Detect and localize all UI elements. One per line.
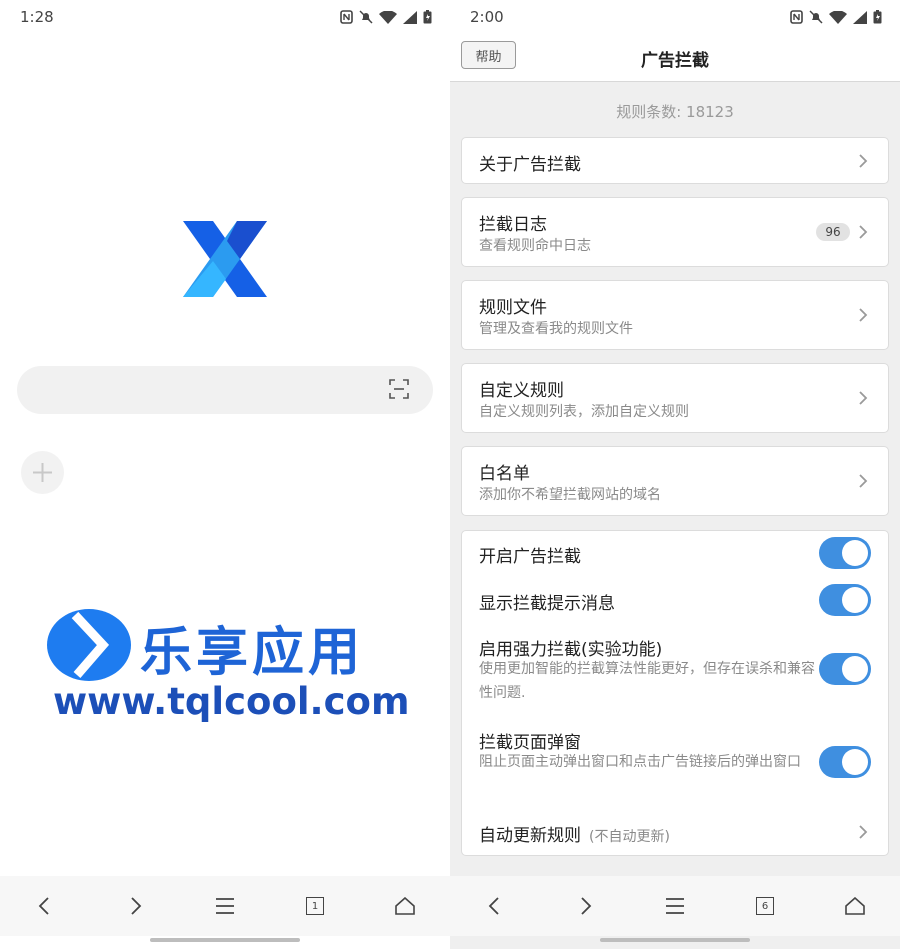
strong-block-toggle[interactable]	[819, 653, 871, 685]
show-block-message-toggle[interactable]	[819, 584, 871, 616]
home-icon[interactable]	[841, 892, 869, 920]
browser-home-screen: 1:28 乐享应用 www.tqlcool.com 1	[0, 0, 450, 949]
menu-item-title: 自定义规则	[479, 381, 564, 401]
nfc-icon	[790, 9, 803, 28]
chevron-right-icon	[858, 473, 868, 489]
watermark: 乐享应用 www.tqlcool.com	[45, 600, 425, 730]
tabs-button[interactable]: 6	[751, 892, 779, 920]
status-time: 1:28	[20, 8, 54, 26]
menu-icon[interactable]	[211, 892, 239, 920]
auto-update-title: 自动更新规则	[479, 826, 581, 846]
tabs-button[interactable]: 1	[301, 892, 329, 920]
search-input[interactable]	[17, 366, 433, 414]
status-icons	[790, 9, 882, 28]
gesture-bar	[600, 938, 750, 942]
scan-icon[interactable]	[389, 379, 409, 399]
menu-item-title: 规则文件	[479, 298, 547, 318]
gesture-bar	[150, 938, 300, 942]
chevron-right-icon	[858, 224, 868, 240]
back-icon[interactable]	[480, 892, 508, 920]
rule-count: 规则条数: 18123	[616, 103, 734, 121]
forward-icon[interactable]	[572, 892, 600, 920]
log-count-badge: 96	[816, 223, 850, 241]
status-bar: 1:28	[0, 0, 450, 34]
status-time: 2:00	[470, 8, 504, 26]
app-bar: 帮助 广告拦截	[450, 34, 900, 82]
battery-icon	[873, 9, 882, 28]
home-icon[interactable]	[391, 892, 419, 920]
menu-item-custom-rules[interactable]: 自定义规则 自定义规则列表，添加自定义规则	[461, 363, 889, 433]
bottom-navigation: 6	[450, 876, 900, 936]
back-icon[interactable]	[30, 892, 58, 920]
watermark-title: 乐享应用	[140, 623, 365, 683]
ad-block-settings-screen: 2:00 帮助 广告拦截 规则条数: 18123 关于广告拦截 拦截日志 查看规…	[450, 0, 900, 949]
setting-title: 开启广告拦截	[479, 547, 581, 567]
menu-item-about[interactable]: 关于广告拦截	[461, 137, 889, 184]
nfc-icon	[340, 9, 353, 28]
add-shortcut-button[interactable]	[21, 451, 64, 494]
chevron-right-icon	[858, 153, 868, 169]
auto-update-note: (不自动更新)	[589, 829, 670, 845]
setting-title: 自动更新规则 (不自动更新)	[479, 821, 670, 846]
status-icons	[340, 9, 432, 28]
page-title: 广告拦截	[641, 51, 709, 71]
bottom-navigation: 1	[0, 876, 450, 936]
tab-count: 1	[306, 897, 324, 915]
enable-adblock-toggle[interactable]	[819, 537, 871, 569]
setting-title: 显示拦截提示消息	[479, 594, 615, 614]
chevron-right-icon	[858, 390, 868, 406]
forward-icon[interactable]	[122, 892, 150, 920]
menu-item-title: 白名单	[479, 464, 530, 484]
chevron-right-icon	[858, 824, 868, 840]
signal-icon	[403, 9, 417, 28]
settings-card: 开启广告拦截 显示拦截提示消息 启用强力拦截(实验功能) 使用更加智能的拦截算法…	[461, 530, 889, 856]
wifi-icon	[379, 9, 397, 28]
menu-item-rule-files[interactable]: 规则文件 管理及查看我的规则文件	[461, 280, 889, 350]
menu-icon[interactable]	[661, 892, 689, 920]
setting-subtitle: 使用更加智能的拦截算法性能更好，但存在误杀和兼容性问题.	[479, 661, 815, 701]
watermark-logo-icon	[47, 609, 131, 681]
menu-item-subtitle: 查看规则命中日志	[479, 238, 591, 254]
watermark-url: www.tqlcool.com	[53, 680, 410, 723]
menu-item-subtitle: 自定义规则列表，添加自定义规则	[479, 404, 689, 420]
menu-item-subtitle: 管理及查看我的规则文件	[479, 321, 633, 337]
mute-icon	[809, 9, 823, 28]
block-popups-toggle[interactable]	[819, 746, 871, 778]
menu-item-title: 关于广告拦截	[479, 155, 581, 175]
mute-icon	[359, 9, 373, 28]
signal-icon	[853, 9, 867, 28]
menu-item-whitelist[interactable]: 白名单 添加你不希望拦截网站的域名	[461, 446, 889, 516]
wifi-icon	[829, 9, 847, 28]
tab-count: 6	[756, 897, 774, 915]
menu-item-block-log[interactable]: 拦截日志 查看规则命中日志 96	[461, 197, 889, 267]
chevron-right-icon	[858, 307, 868, 323]
plus-icon	[33, 463, 52, 482]
xbrowser-logo	[180, 218, 270, 300]
battery-icon	[423, 9, 432, 28]
setting-subtitle: 阻止页面主动弹出窗口和点击广告链接后的弹出窗口	[479, 754, 801, 770]
menu-item-title: 拦截日志	[479, 215, 547, 235]
menu-item-subtitle: 添加你不希望拦截网站的域名	[479, 487, 661, 503]
status-bar: 2:00	[450, 0, 900, 34]
